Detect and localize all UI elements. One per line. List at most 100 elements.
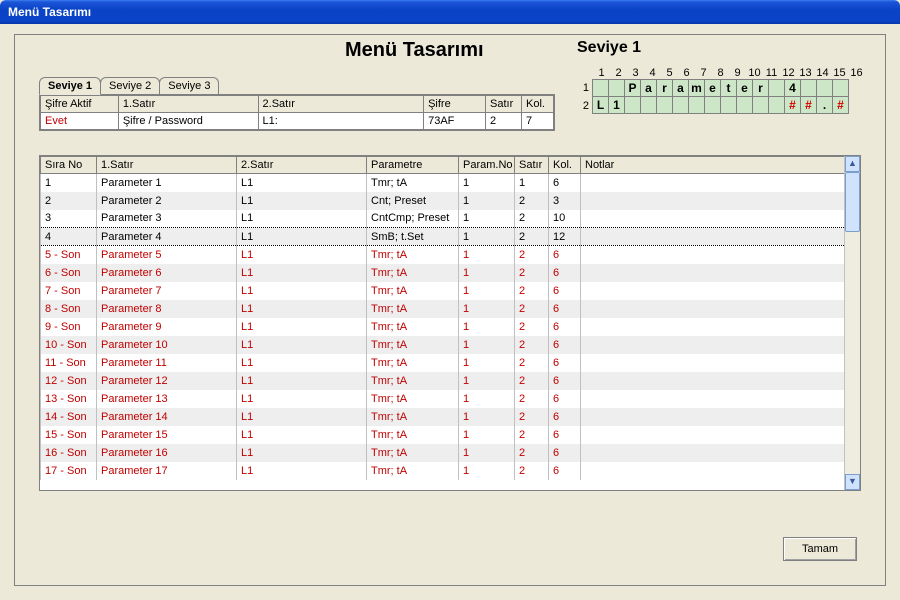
- cell-kol[interactable]: 12: [549, 228, 581, 246]
- cell-s2[interactable]: L1: [237, 462, 367, 480]
- pw-aktif[interactable]: Evet: [41, 113, 119, 130]
- cell-not[interactable]: [581, 246, 845, 264]
- table-row[interactable]: 17 - SonParameter 17L1Tmr; tA126: [41, 462, 845, 480]
- cell-not[interactable]: [581, 264, 845, 282]
- cell-satir[interactable]: 2: [515, 390, 549, 408]
- cell-not[interactable]: [581, 444, 845, 462]
- cell-kol[interactable]: 6: [549, 390, 581, 408]
- char-cell[interactable]: [640, 96, 657, 114]
- list-col-header[interactable]: 1.Satır: [97, 157, 237, 174]
- cell-param[interactable]: Tmr; tA: [367, 462, 459, 480]
- cell-kol[interactable]: 6: [549, 318, 581, 336]
- cell-pno[interactable]: 1: [459, 390, 515, 408]
- cell-s2[interactable]: L1: [237, 318, 367, 336]
- cell-s2[interactable]: L1: [237, 246, 367, 264]
- cell-pno[interactable]: 1: [459, 318, 515, 336]
- cell-param[interactable]: Tmr; tA: [367, 246, 459, 264]
- cell-satir[interactable]: 2: [515, 210, 549, 228]
- table-row[interactable]: 4Parameter 4L1SmB; t.Set1212: [41, 228, 845, 246]
- cell-s2[interactable]: L1: [237, 300, 367, 318]
- char-cell[interactable]: [768, 79, 785, 97]
- cell-no[interactable]: 15 - Son: [41, 426, 97, 444]
- cell-satir[interactable]: 2: [515, 246, 549, 264]
- cell-s2[interactable]: L1: [237, 264, 367, 282]
- cell-s1[interactable]: Parameter 6: [97, 264, 237, 282]
- list-col-header[interactable]: Sıra No: [41, 157, 97, 174]
- cell-s2[interactable]: L1: [237, 336, 367, 354]
- cell-kol[interactable]: 6: [549, 246, 581, 264]
- cell-pno[interactable]: 1: [459, 174, 515, 192]
- cell-satir[interactable]: 2: [515, 264, 549, 282]
- char-cell[interactable]: [656, 96, 673, 114]
- char-cell[interactable]: a: [672, 79, 689, 97]
- cell-kol[interactable]: 6: [549, 426, 581, 444]
- list-col-header[interactable]: 2.Satır: [237, 157, 367, 174]
- char-cell[interactable]: #: [832, 96, 849, 114]
- cell-s2[interactable]: L1: [237, 210, 367, 228]
- char-cell[interactable]: 1: [608, 96, 625, 114]
- cell-not[interactable]: [581, 282, 845, 300]
- cell-kol[interactable]: 6: [549, 372, 581, 390]
- cell-kol[interactable]: 6: [549, 444, 581, 462]
- cell-pno[interactable]: 1: [459, 444, 515, 462]
- cell-s1[interactable]: Parameter 13: [97, 390, 237, 408]
- char-cell[interactable]: e: [704, 79, 721, 97]
- cell-s1[interactable]: Parameter 1: [97, 174, 237, 192]
- list-col-header[interactable]: Param.No: [459, 157, 515, 174]
- list-col-header[interactable]: Notlar: [581, 157, 845, 174]
- cell-satir[interactable]: 2: [515, 282, 549, 300]
- char-cell[interactable]: [768, 96, 785, 114]
- cell-param[interactable]: Cnt; Preset: [367, 192, 459, 210]
- char-cell[interactable]: [592, 79, 609, 97]
- cell-kol[interactable]: 3: [549, 192, 581, 210]
- cell-pno[interactable]: 1: [459, 372, 515, 390]
- cell-s1[interactable]: Parameter 2: [97, 192, 237, 210]
- cell-s2[interactable]: L1: [237, 192, 367, 210]
- pw-satir1[interactable]: Şifre / Password: [118, 113, 258, 130]
- cell-s2[interactable]: L1: [237, 426, 367, 444]
- cell-s1[interactable]: Parameter 9: [97, 318, 237, 336]
- cell-satir[interactable]: 2: [515, 192, 549, 210]
- char-cell[interactable]: a: [640, 79, 657, 97]
- cell-pno[interactable]: 1: [459, 282, 515, 300]
- cell-kol[interactable]: 6: [549, 300, 581, 318]
- cell-not[interactable]: [581, 318, 845, 336]
- cell-no[interactable]: 13 - Son: [41, 390, 97, 408]
- cell-s1[interactable]: Parameter 4: [97, 228, 237, 246]
- cell-s1[interactable]: Parameter 12: [97, 372, 237, 390]
- cell-not[interactable]: [581, 372, 845, 390]
- cell-satir[interactable]: 1: [515, 174, 549, 192]
- cell-no[interactable]: 7 - Son: [41, 282, 97, 300]
- cell-satir[interactable]: 2: [515, 318, 549, 336]
- char-cell[interactable]: [688, 96, 705, 114]
- list-col-header[interactable]: Satır: [515, 157, 549, 174]
- cell-s2[interactable]: L1: [237, 372, 367, 390]
- list-col-header[interactable]: Parametre: [367, 157, 459, 174]
- cell-satir[interactable]: 2: [515, 336, 549, 354]
- table-row[interactable]: 11 - SonParameter 11L1Tmr; tA126: [41, 354, 845, 372]
- char-cell[interactable]: e: [736, 79, 753, 97]
- table-row[interactable]: 3Parameter 3L1CntCmp; Preset1210: [41, 210, 845, 228]
- tab-seviye-1[interactable]: Seviye 1: [39, 77, 101, 95]
- table-row[interactable]: 6 - SonParameter 6L1Tmr; tA126: [41, 264, 845, 282]
- cell-param[interactable]: Tmr; tA: [367, 408, 459, 426]
- cell-pno[interactable]: 1: [459, 300, 515, 318]
- pw-sifre[interactable]: 73AF: [424, 113, 486, 130]
- cell-no[interactable]: 6 - Son: [41, 264, 97, 282]
- cell-pno[interactable]: 1: [459, 462, 515, 480]
- char-cell[interactable]: [704, 96, 721, 114]
- cell-pno[interactable]: 1: [459, 210, 515, 228]
- cell-s2[interactable]: L1: [237, 444, 367, 462]
- table-row[interactable]: 14 - SonParameter 14L1Tmr; tA126: [41, 408, 845, 426]
- table-row[interactable]: 13 - SonParameter 13L1Tmr; tA126: [41, 390, 845, 408]
- cell-s2[interactable]: L1: [237, 408, 367, 426]
- cell-not[interactable]: [581, 300, 845, 318]
- cell-s1[interactable]: Parameter 3: [97, 210, 237, 228]
- cell-no[interactable]: 2: [41, 192, 97, 210]
- char-cell[interactable]: [816, 79, 833, 97]
- cell-s2[interactable]: L1: [237, 390, 367, 408]
- tab-seviye-2[interactable]: Seviye 2: [100, 77, 160, 94]
- cell-not[interactable]: [581, 354, 845, 372]
- cell-satir[interactable]: 2: [515, 462, 549, 480]
- table-row[interactable]: 12 - SonParameter 12L1Tmr; tA126: [41, 372, 845, 390]
